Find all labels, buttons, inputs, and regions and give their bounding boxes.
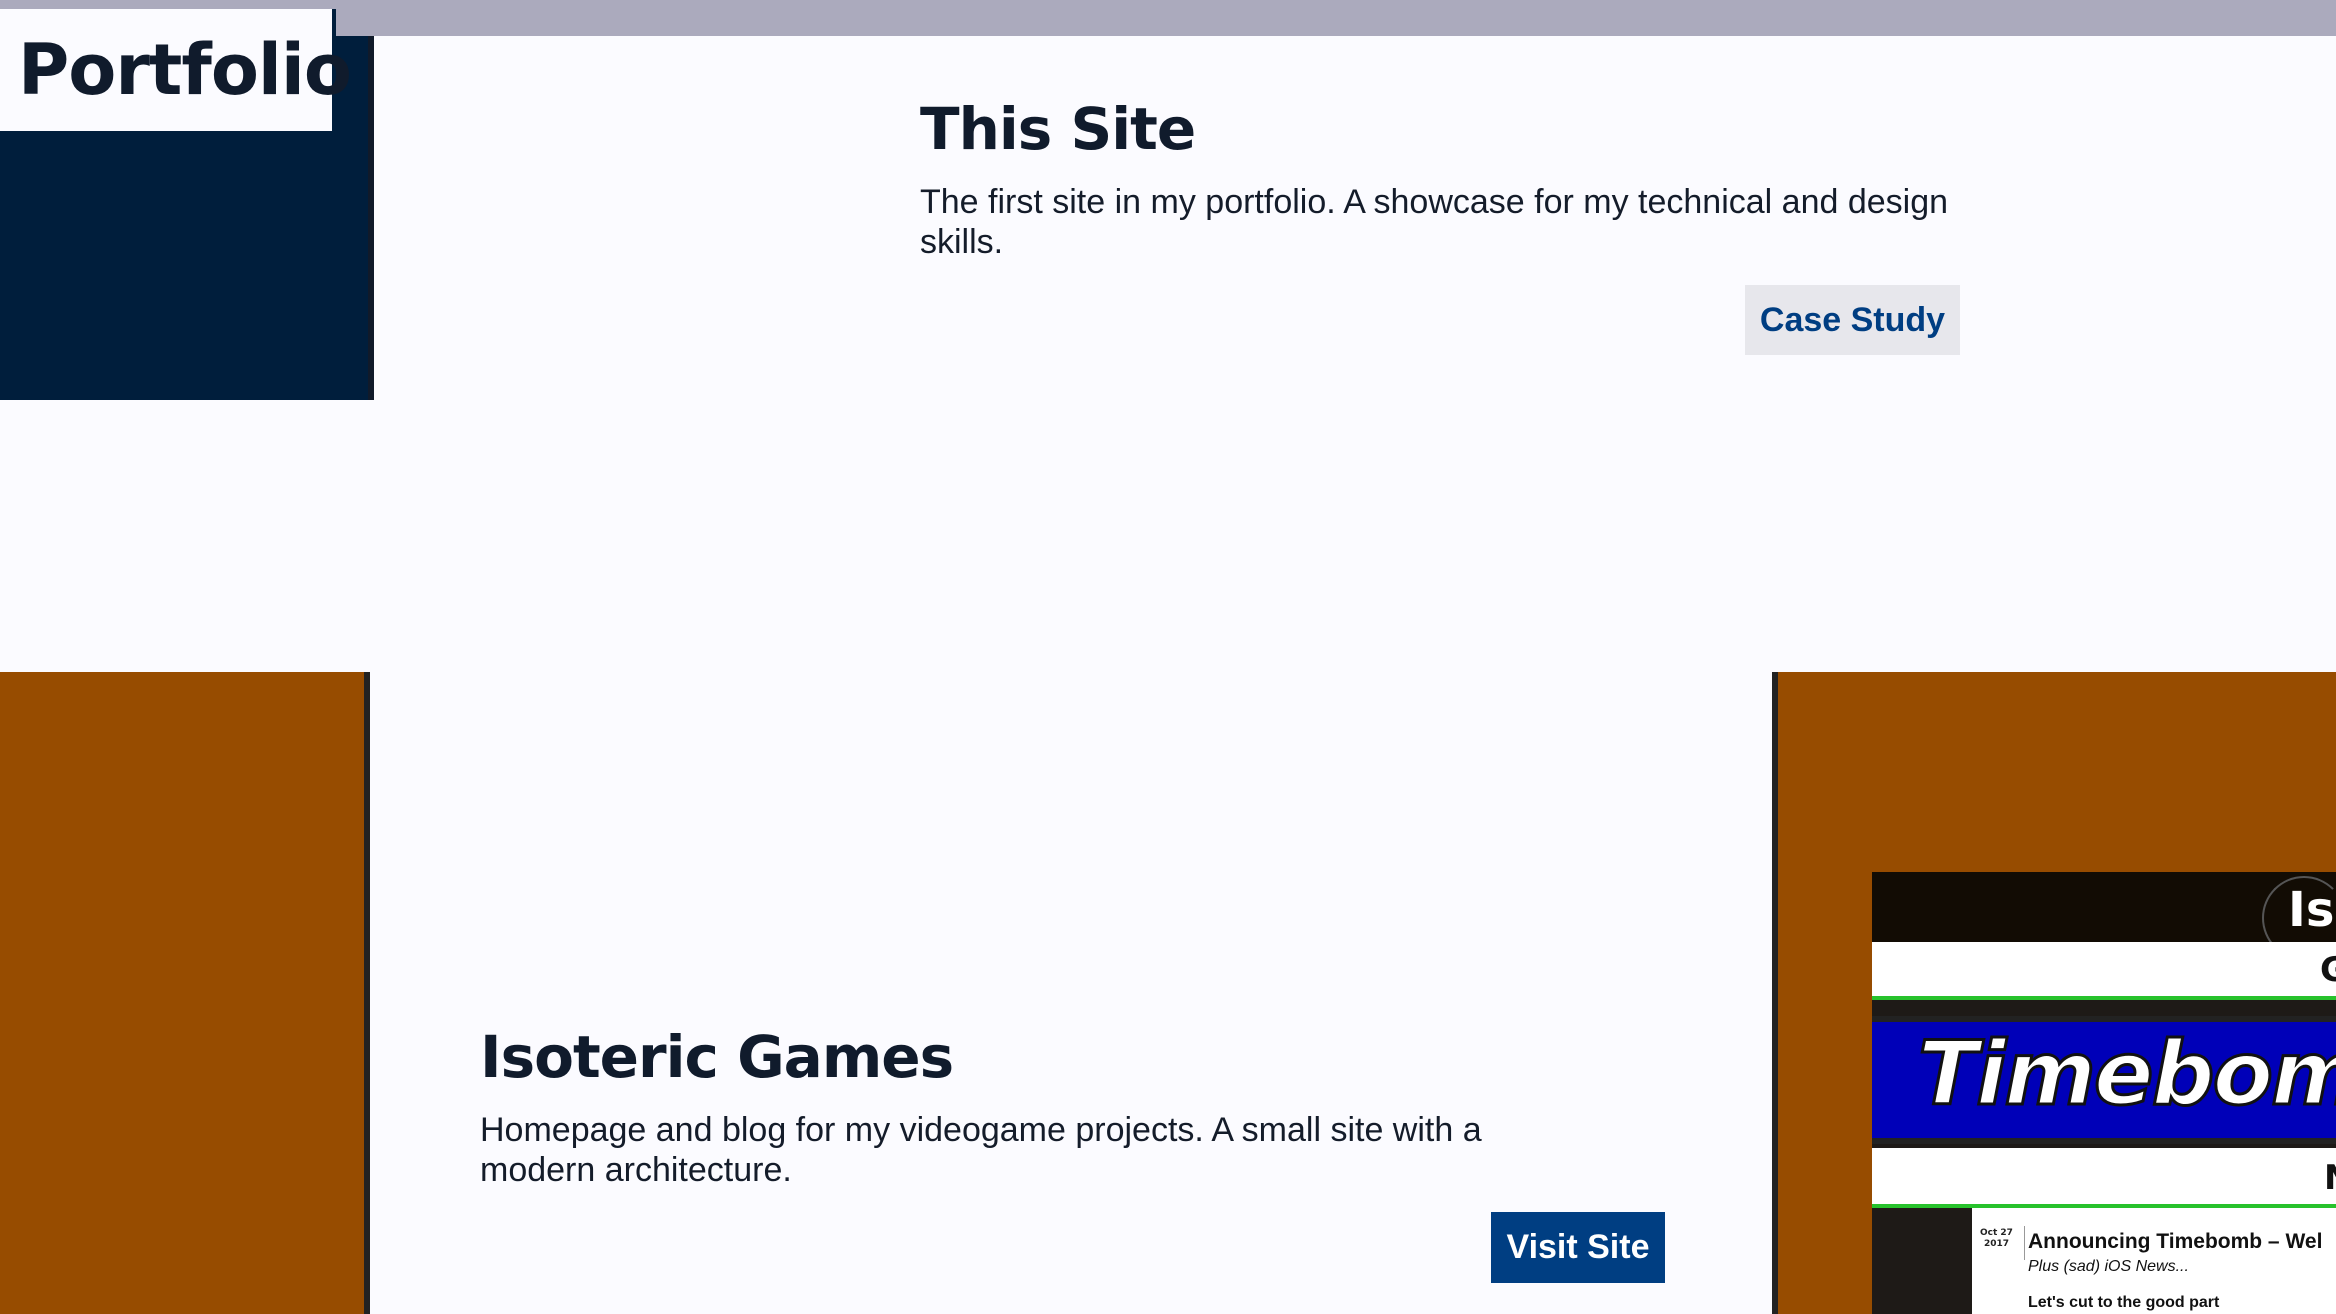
screenshot-post-date: Oct 27 2017	[1980, 1228, 2013, 1250]
screenshot-section-text: N	[2324, 1158, 2336, 1198]
portfolio-header: Portfolio	[0, 9, 352, 131]
screenshot-banner: Timebomb	[1872, 1016, 2336, 1144]
screenshot-post-text: Let's cut to the good part	[2028, 1294, 2220, 1311]
visit-site-button[interactable]: Visit Site	[1491, 1212, 1665, 1283]
screenshot-section-bar: N	[1872, 1144, 2336, 1208]
project-this-site: This Site The first site in my portfolio…	[920, 95, 1960, 262]
screenshot-post-title: Announcing Timebomb – Wel	[2028, 1230, 2323, 1253]
screenshot-banner-title: Timebomb	[1917, 1022, 2336, 1125]
screenshot-header: Is	[1872, 872, 2336, 960]
screenshot-nav-bar: G	[1872, 942, 2336, 1000]
project-isoteric-games: Isoteric Games Homepage and blog for my …	[480, 1023, 1600, 1190]
project-screenshot: Is G Timebomb N Oct 27 2017 Announcing T…	[1872, 872, 2336, 1314]
project-description: Homepage and blog for my videogame proje…	[480, 1110, 1482, 1189]
orange-side-panel-left	[0, 672, 370, 1314]
case-study-button[interactable]: Case Study	[1745, 285, 1960, 355]
screenshot-post-subtitle: Plus (sad) iOS News...	[2028, 1258, 2189, 1275]
project-title: Isoteric Games	[480, 1023, 954, 1091]
screenshot-post-month: Oct 27	[1980, 1228, 2013, 1238]
project-title: This Site	[920, 95, 1196, 163]
screenshot-blog-post: Oct 27 2017 Announcing Timebomb – Wel Pl…	[1972, 1208, 2336, 1314]
screenshot-date-divider	[2024, 1226, 2025, 1260]
screenshot-nav-text: G	[2320, 950, 2336, 990]
screenshot-logo-text: Is	[2288, 882, 2335, 938]
project-description: The first site in my portfolio. A showca…	[920, 182, 1949, 261]
screenshot-post-year: 2017	[1983, 1239, 2009, 1249]
screenshot-divider	[1872, 1000, 2336, 1016]
page-title: Portfolio	[18, 29, 352, 111]
